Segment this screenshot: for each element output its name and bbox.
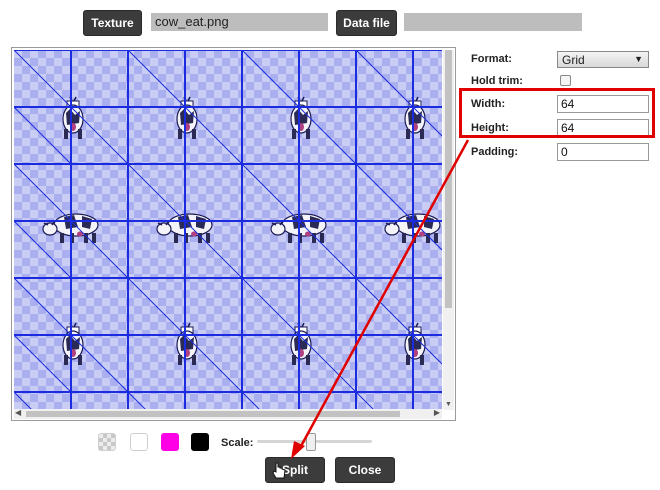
texture-button[interactable]: Texture [83, 10, 142, 36]
vertical-scrollbar[interactable]: ▼ [443, 50, 454, 410]
dropdown-arrow-icon: ▼ [634, 54, 643, 64]
hold-trim-label: Hold trim: [471, 75, 523, 87]
horizontal-scrollbar-thumb[interactable] [26, 411, 400, 417]
format-label: Format: [471, 53, 512, 65]
swatch-white[interactable] [130, 433, 148, 451]
scroll-down-arrow-icon[interactable]: ▼ [445, 401, 452, 408]
width-height-highlight-box [459, 88, 655, 138]
swatch-magenta[interactable] [161, 433, 179, 451]
swatch-checker[interactable] [98, 433, 116, 451]
format-select-value: Grid [562, 53, 585, 67]
vertical-scrollbar-thumb[interactable] [445, 50, 452, 308]
close-button[interactable]: Close [335, 457, 395, 483]
sprite-grid-overlay [14, 50, 442, 410]
padding-label: Padding: [471, 146, 519, 158]
scroll-right-arrow-icon[interactable]: ▶ [434, 408, 440, 417]
split-button-label: Split [282, 463, 308, 477]
sprite-viewer[interactable]: ▼ ◀ ▶ [11, 47, 456, 421]
scale-slider-handle[interactable] [306, 433, 316, 451]
data-file-field[interactable] [404, 13, 582, 31]
swatch-black[interactable] [191, 433, 209, 451]
scroll-left-arrow-icon[interactable]: ◀ [15, 408, 21, 417]
horizontal-scrollbar[interactable]: ◀ ▶ [14, 408, 442, 419]
sprite-canvas[interactable] [14, 50, 442, 410]
format-select[interactable]: Grid ▼ [557, 51, 649, 68]
split-button[interactable]: Split [265, 457, 325, 483]
texture-filename-field[interactable]: cow_eat.png [151, 13, 328, 31]
hold-trim-checkbox[interactable] [560, 75, 571, 86]
data-file-button[interactable]: Data file [336, 10, 397, 36]
padding-input[interactable] [557, 143, 649, 161]
scale-label: Scale: [221, 437, 254, 449]
